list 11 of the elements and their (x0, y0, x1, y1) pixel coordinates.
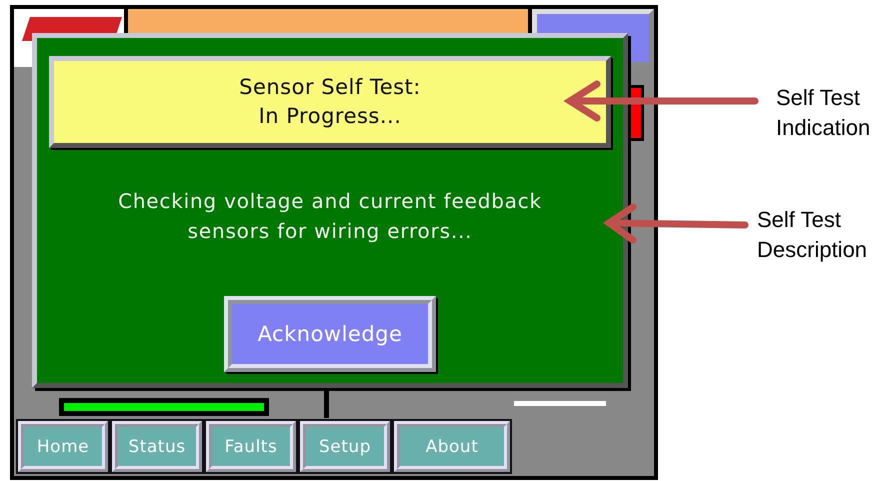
annotation-label: Self Test Description (757, 206, 868, 264)
nav-button[interactable]: Status (112, 421, 202, 472)
dialog-description: Checking voltage and current feedback sensors for wiring errors... (118, 188, 542, 245)
divider-bar (324, 388, 329, 418)
dialog-title: Sensor Self Test: In Progress... (49, 56, 611, 148)
nav-button[interactable]: Home (18, 421, 108, 472)
annotation-label: Self Test Indication (776, 84, 870, 142)
nav-button[interactable]: Setup (300, 421, 390, 472)
nav-button[interactable]: Faults (206, 421, 296, 472)
acknowledge-button[interactable]: Acknowledge (224, 296, 436, 372)
nav-button[interactable]: About (394, 421, 510, 472)
